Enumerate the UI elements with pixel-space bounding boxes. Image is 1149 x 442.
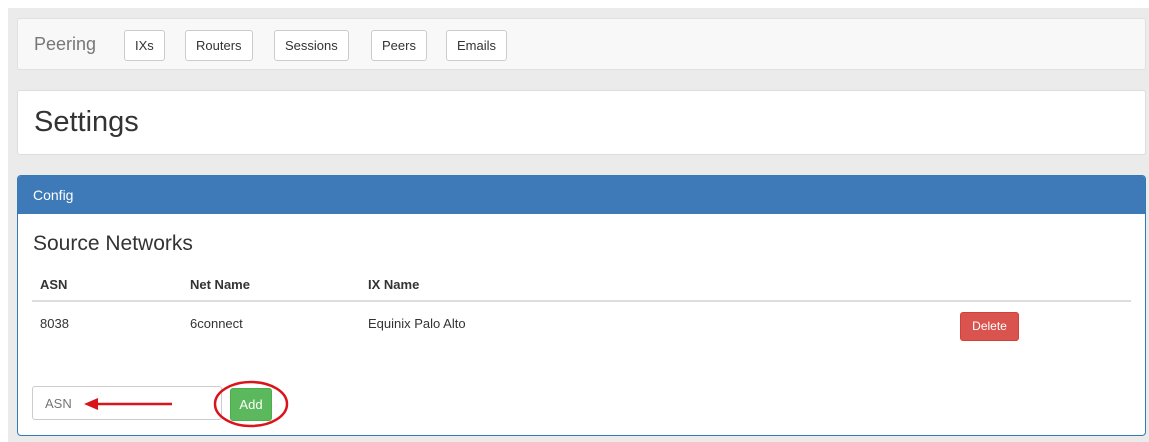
nav-peers-button[interactable]: Peers [371, 30, 427, 61]
column-header-asn: ASN [40, 277, 68, 292]
nav-emails-button[interactable]: Emails [446, 30, 508, 61]
delete-button[interactable]: Delete [960, 312, 1019, 341]
nav-routers-button[interactable]: Routers [185, 30, 253, 61]
cell-ix-name: Equinix Palo Alto [368, 316, 466, 331]
brand[interactable]: Peering [34, 34, 96, 55]
asn-input[interactable] [32, 386, 222, 420]
page-title: Settings [34, 106, 139, 138]
table-header-divider [32, 300, 1131, 302]
add-button[interactable]: Add [230, 388, 272, 421]
section-title: Source Networks [33, 232, 193, 255]
column-header-ix-name: IX Name [368, 277, 420, 292]
config-panel: Config Source Networks ASN Net Name IX N… [17, 175, 1146, 436]
cell-asn: 8038 [40, 316, 69, 331]
nav-sessions-button[interactable]: Sessions [274, 30, 349, 61]
page-header: Settings [17, 90, 1146, 155]
nav-ixs-button[interactable]: IXs [124, 30, 165, 61]
column-header-net-name: Net Name [190, 277, 250, 292]
cell-net-name: 6connect [190, 316, 243, 331]
panel-heading: Config [18, 176, 1145, 214]
top-strip [0, 0, 1149, 8]
navbar: Peering IXs Routers Sessions Peers Email… [17, 18, 1146, 70]
